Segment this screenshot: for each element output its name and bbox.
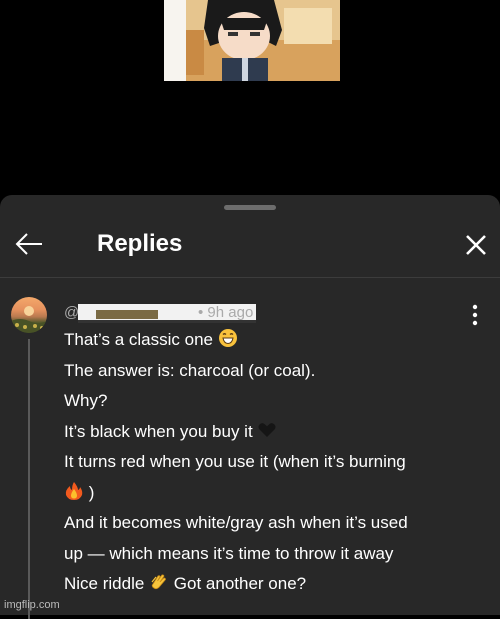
page-title: Replies xyxy=(97,230,183,257)
comment-line: That’s a classic one xyxy=(64,325,484,356)
back-button[interactable] xyxy=(12,229,46,259)
avatar[interactable] xyxy=(11,297,47,333)
replies-header: Replies xyxy=(0,215,500,278)
comment-timestamp: • 9h ago xyxy=(198,304,254,321)
fire-icon xyxy=(65,481,83,500)
thread-line xyxy=(28,339,30,619)
comment-line: up — which means it’s time to throw it a… xyxy=(64,543,394,563)
comment-line: Nice riddle Got another one? xyxy=(64,574,307,593)
replies-panel: Replies @ • 9h ago That’s a classic one … xyxy=(0,195,500,619)
clapping-hands-icon xyxy=(151,574,166,590)
close-button[interactable] xyxy=(460,229,492,261)
comment-line: It turns red when you use it (when it’s … xyxy=(64,452,406,471)
author-handle-prefix: @ xyxy=(64,304,80,321)
comment-line: ) xyxy=(64,478,484,509)
comment-line: Why? xyxy=(64,391,108,410)
arrow-left-icon xyxy=(15,233,42,255)
comment-line: It’s black when you buy it xyxy=(64,417,484,448)
video-thumbnail xyxy=(164,0,340,81)
comment-line: The answer is: charcoal (or coal). xyxy=(64,360,316,380)
video-player-area[interactable] xyxy=(0,0,500,195)
black-heart-icon xyxy=(258,422,276,437)
grinning-face-icon xyxy=(218,329,237,347)
drag-handle[interactable] xyxy=(224,205,276,210)
watermark: imgflip.com xyxy=(4,599,60,611)
close-icon xyxy=(466,235,486,255)
comment-line: And it becomes white/gray ash when it’s … xyxy=(64,513,408,532)
comment-body: That’s a classic one The answer is: char… xyxy=(64,325,484,600)
